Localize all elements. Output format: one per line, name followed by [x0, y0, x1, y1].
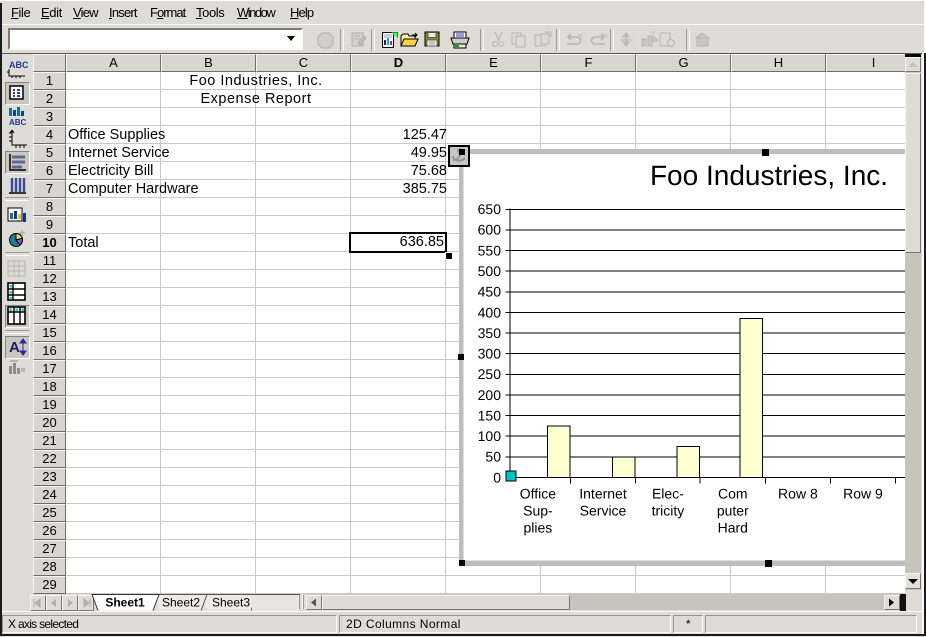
svg-text:Foo Industries, Inc.: Foo Industries, Inc. [650, 160, 888, 191]
svg-text:Elec-: Elec- [652, 486, 684, 502]
svg-text:Sup-: Sup- [523, 503, 553, 519]
svg-text:550: 550 [478, 242, 502, 258]
svg-text:500: 500 [478, 263, 502, 279]
svg-text:ABC: ABC [9, 60, 28, 70]
svg-text:400: 400 [478, 304, 502, 320]
svg-text:puter: puter [717, 503, 749, 519]
svg-text:ABC: ABC [9, 118, 27, 126]
svg-text:450: 450 [478, 284, 502, 300]
svg-text:plies: plies [524, 520, 553, 536]
svg-text:tricity: tricity [652, 503, 685, 519]
svg-text:Sheet2: Sheet2 [162, 596, 200, 610]
svg-text:Sheet1: Sheet1 [105, 596, 145, 610]
svg-text:350: 350 [478, 325, 502, 341]
svg-text:Internet: Internet [579, 486, 627, 502]
svg-text:Service: Service [580, 503, 627, 519]
svg-text:150: 150 [478, 407, 502, 423]
svg-text:100: 100 [478, 428, 502, 444]
svg-text:Com: Com [718, 486, 748, 502]
svg-text:200: 200 [478, 387, 502, 403]
svg-text:Row 8: Row 8 [778, 486, 818, 502]
svg-text:300: 300 [478, 346, 502, 362]
svg-text:A: A [9, 339, 20, 356]
svg-text:650: 650 [478, 201, 502, 217]
svg-text:50: 50 [485, 449, 501, 465]
svg-text:Office: Office [520, 486, 557, 502]
svg-text:250: 250 [478, 366, 502, 382]
svg-text:Hard: Hard [718, 520, 748, 536]
svg-text:0: 0 [493, 469, 501, 485]
svg-text:Sheet3: Sheet3 [212, 596, 250, 610]
svg-text:600: 600 [478, 222, 502, 238]
svg-text:Row 9: Row 9 [843, 486, 883, 502]
